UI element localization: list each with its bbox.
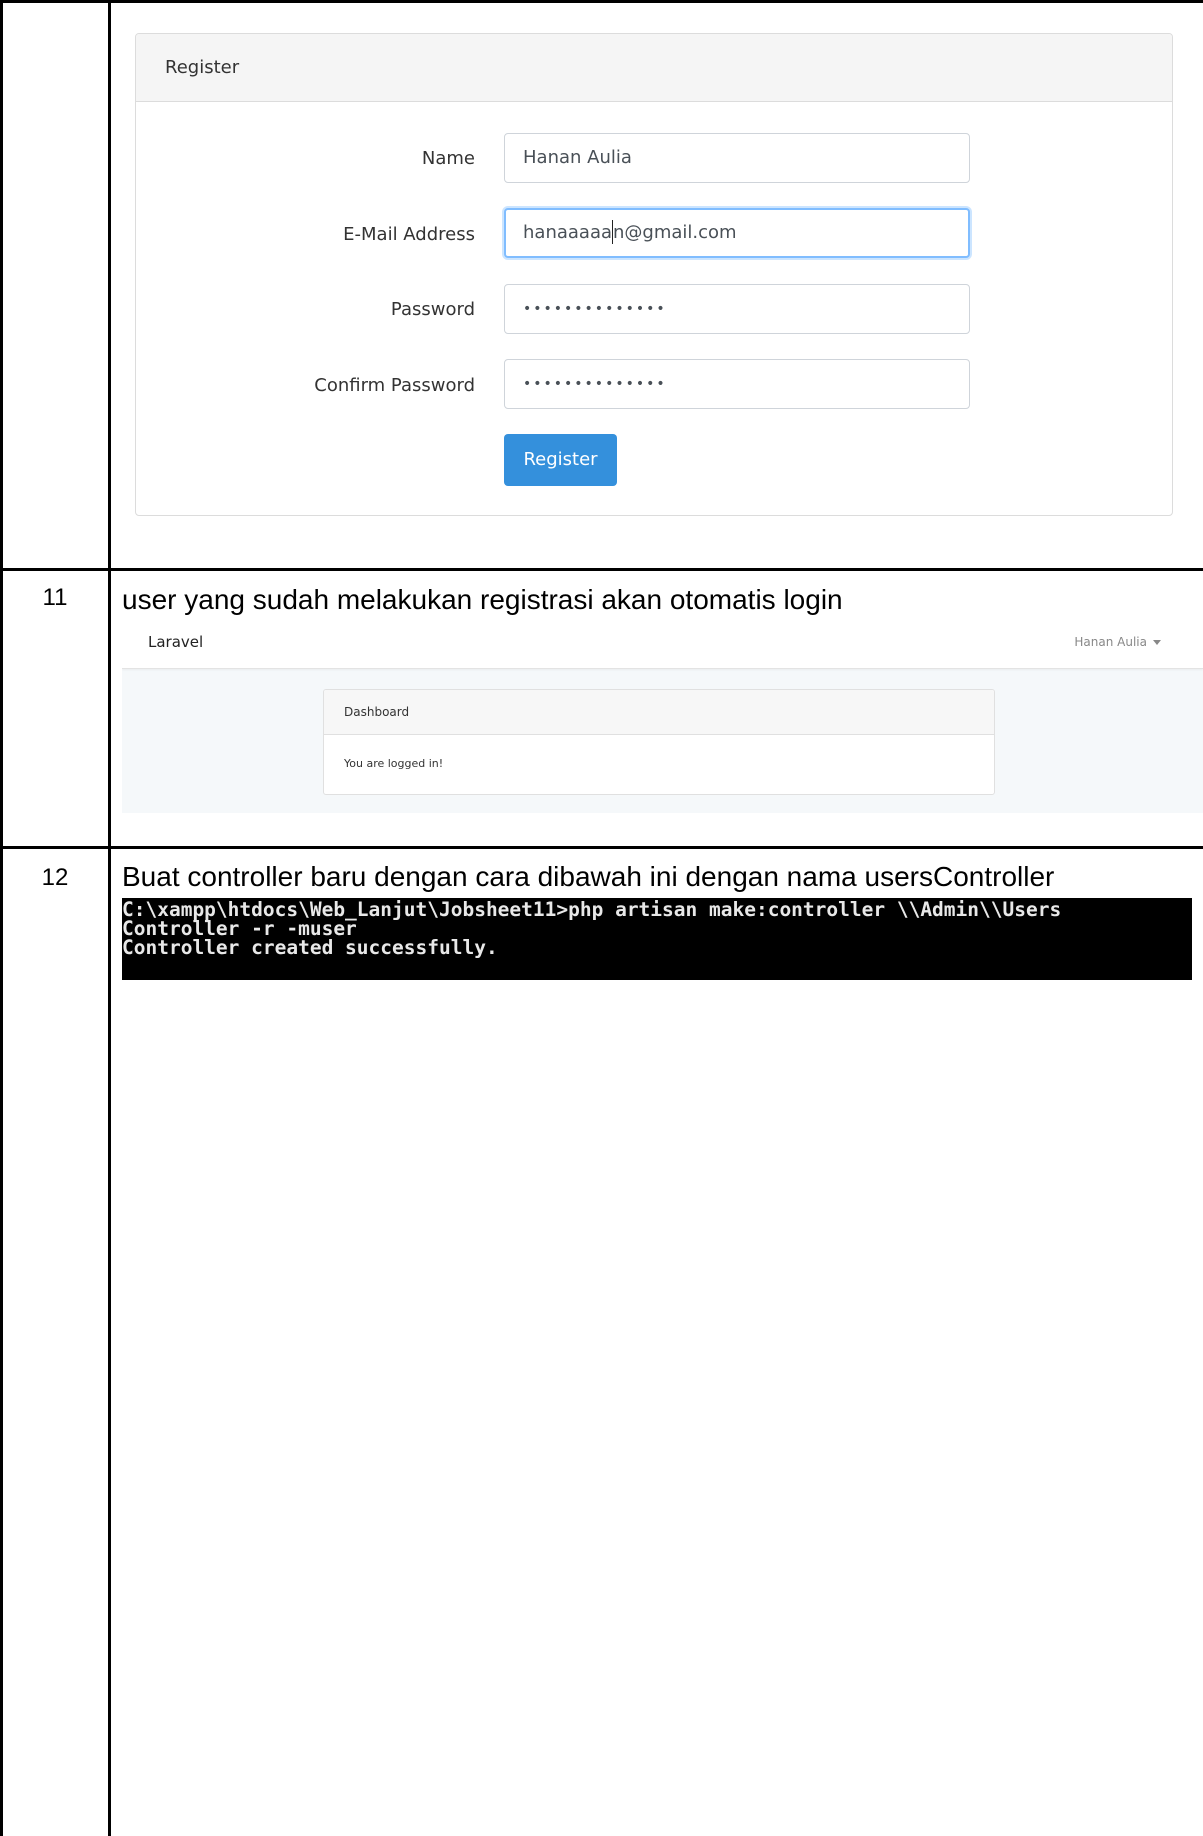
register-button[interactable]: Register — [504, 434, 617, 486]
row-caption-11: user yang sudah melakukan registrasi aka… — [122, 584, 843, 615]
table-border-top — [0, 0, 1203, 3]
row-caption-12: Buat controller baru dengan cara dibawah… — [122, 861, 1055, 892]
navbar: Laravel Hanan Aulia — [122, 617, 1203, 669]
name-input[interactable]: Hanan Aulia — [504, 133, 970, 183]
confirm-password-label: Confirm Password — [314, 375, 475, 396]
email-input[interactable]: hanaaaaan@gmail.com — [504, 208, 970, 258]
email-value-start: hanaaaaa — [523, 222, 612, 243]
row-number-12: 12 — [41, 864, 69, 891]
table-border-left — [0, 0, 3, 1836]
row-number-11: 11 — [42, 584, 68, 611]
user-dropdown[interactable]: Hanan Aulia — [1074, 617, 1161, 668]
dashboard-card-title: Dashboard — [324, 690, 994, 735]
register-card: Register Name Hanan Aulia E-Mail Address… — [135, 33, 1173, 516]
table-row-divider-1 — [0, 568, 1203, 571]
register-card-title: Register — [136, 34, 1172, 102]
dashboard-screenshot: Laravel Hanan Aulia Dashboard You are lo… — [122, 617, 1203, 813]
email-value-end: n@gmail.com — [613, 222, 737, 243]
terminal-output: C:\xampp\htdocs\Web_Lanjut\Jobsheet11>ph… — [122, 898, 1192, 980]
logged-in-message: You are logged in! — [344, 757, 444, 770]
confirm-password-input[interactable]: •••••••••••••• — [504, 359, 970, 409]
name-label: Name — [421, 148, 475, 169]
user-name: Hanan Aulia — [1074, 635, 1147, 649]
brand-link[interactable]: Laravel — [148, 617, 203, 668]
dashboard-card: Dashboard You are logged in! — [323, 689, 995, 795]
table-row-divider-2 — [0, 846, 1203, 849]
password-label: Password — [390, 299, 475, 320]
terminal-line: Controller created successfully. — [122, 936, 498, 959]
email-label: E-Mail Address — [343, 224, 475, 245]
password-input[interactable]: •••••••••••••• — [504, 284, 970, 334]
table-column-divider — [108, 0, 111, 1836]
chevron-down-icon — [1153, 640, 1161, 645]
